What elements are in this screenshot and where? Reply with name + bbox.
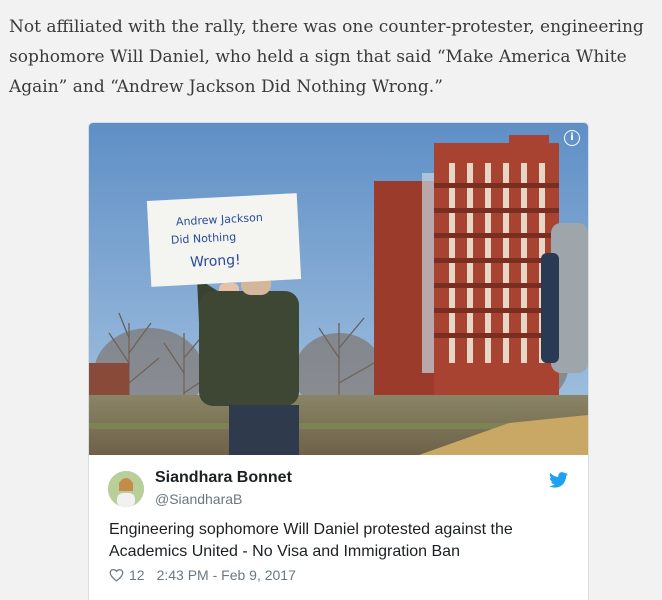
author-handle[interactable]: @SiandharaB	[155, 491, 242, 507]
author-avatar[interactable]	[108, 471, 144, 507]
tweet-meta: 12 2:43 PM - Feb 9, 2017	[109, 567, 296, 583]
sign-line-3: Wrong!	[190, 252, 241, 271]
embedded-tweet[interactable]: Andrew Jackson Did Nothing Wrong! i Sian…	[88, 122, 589, 600]
twitter-bird-icon[interactable]	[549, 472, 568, 488]
author-name[interactable]: Siandhara Bonnet	[155, 469, 292, 487]
article-paragraph: Not affiliated with the rally, there was…	[9, 17, 644, 97]
heart-icon[interactable]	[109, 568, 124, 582]
tweet-body: Siandhara Bonnet @SiandharaB Engineering…	[89, 455, 588, 600]
tweet-timestamp[interactable]: 2:43 PM - Feb 9, 2017	[157, 567, 296, 583]
tweet-text: Engineering sophomore Will Daniel protes…	[109, 521, 513, 560]
info-icon[interactable]: i	[564, 130, 580, 146]
tweet-photo[interactable]: Andrew Jackson Did Nothing Wrong! i	[89, 123, 588, 455]
protest-sign: Andrew Jackson Did Nothing Wrong!	[146, 193, 302, 287]
like-count[interactable]: 12	[129, 567, 145, 583]
